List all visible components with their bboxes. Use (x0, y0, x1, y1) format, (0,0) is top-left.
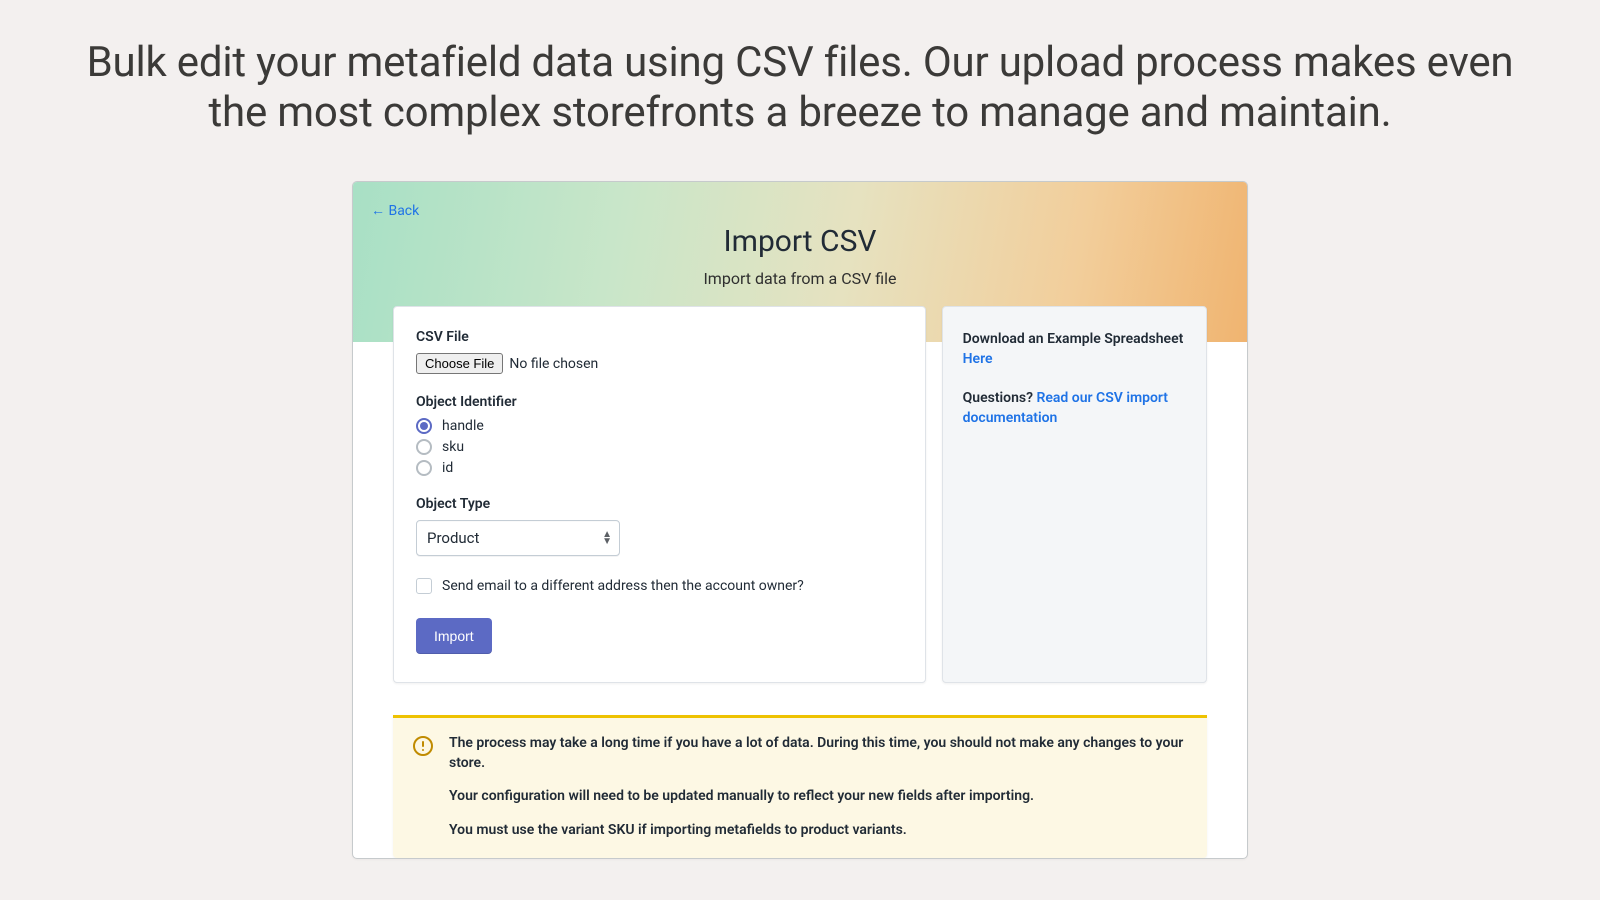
page-headline: Bulk edit your metafield data using CSV … (0, 0, 1600, 137)
checkbox-unchecked-icon (416, 578, 432, 594)
radio-sku-label: sku (442, 439, 464, 455)
warning-banner: The process may take a long time if you … (393, 715, 1207, 858)
help-sidebar: Download an Example Spreadsheet Here Que… (942, 306, 1207, 683)
object-type-label: Object Type (416, 496, 903, 512)
download-example-text: Download an Example Spreadsheet (963, 331, 1184, 347)
choose-file-button[interactable]: Choose File (416, 353, 503, 374)
warning-line-2: Your configuration will need to be updat… (449, 787, 1187, 807)
csv-file-label: CSV File (416, 329, 903, 345)
warning-line-3: You must use the variant SKU if importin… (449, 821, 1187, 841)
warning-line-1: The process may take a long time if you … (449, 734, 1187, 773)
email-checkbox-row[interactable]: Send email to a different address then t… (416, 578, 903, 594)
radio-unselected-icon (416, 460, 432, 476)
page-subtitle: Import data from a CSV file (353, 269, 1247, 288)
object-identifier-group: handle sku id (416, 418, 903, 476)
email-checkbox-label: Send email to a different address then t… (442, 578, 804, 594)
app-window: ← Back Import CSV Import data from a CSV… (352, 181, 1248, 859)
object-type-select[interactable]: Product (416, 520, 620, 556)
object-identifier-label: Object Identifier (416, 394, 903, 410)
radio-id-label: id (442, 460, 453, 476)
warning-icon (413, 736, 433, 756)
import-button[interactable]: Import (416, 618, 492, 654)
warning-text: The process may take a long time if you … (449, 734, 1187, 840)
page-title: Import CSV (353, 224, 1247, 259)
back-link[interactable]: ← Back (371, 202, 419, 219)
file-chosen-status: No file chosen (509, 356, 598, 372)
import-form-panel: CSV File Choose File No file chosen Obje… (393, 306, 926, 683)
radio-selected-icon (416, 418, 432, 434)
download-example-link[interactable]: Here (963, 351, 993, 367)
radio-handle-label: handle (442, 418, 484, 434)
radio-unselected-icon (416, 439, 432, 455)
radio-handle[interactable]: handle (416, 418, 903, 434)
questions-text: Questions? (963, 390, 1037, 406)
radio-id[interactable]: id (416, 460, 903, 476)
radio-sku[interactable]: sku (416, 439, 903, 455)
